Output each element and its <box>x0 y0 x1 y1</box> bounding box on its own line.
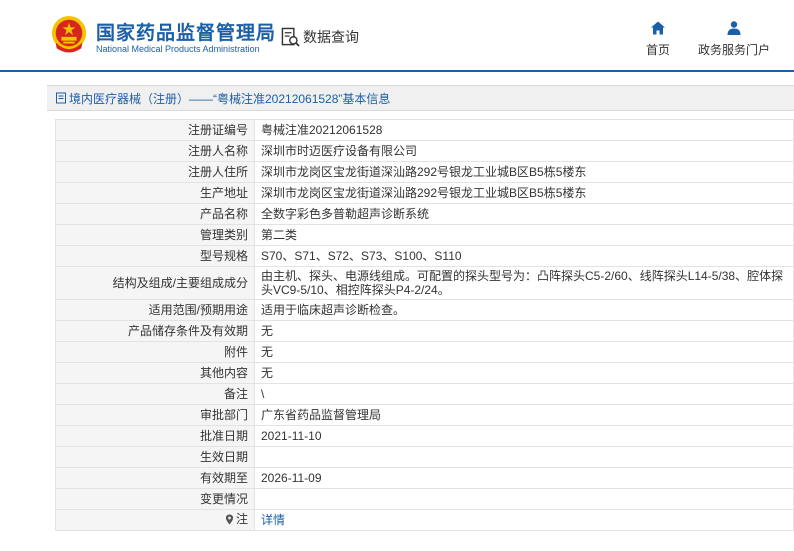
data-query-label: 数据查询 <box>303 29 359 45</box>
field-value: 粤械注准20212061528 <box>254 119 794 141</box>
field-label: 审批部门 <box>55 404 255 426</box>
table-row: 备注 \ <box>55 383 794 405</box>
field-label: 生效日期 <box>55 446 255 468</box>
table-row: 适用范围/预期用途 适用于临床超声诊断检查。 <box>55 299 794 321</box>
field-label: 结构及组成/主要组成成分 <box>55 266 255 300</box>
breadcrumb: 境内医疗器械（注册）——“粤械注准20212061528”基本信息 <box>47 85 794 111</box>
field-label: 其他内容 <box>55 362 255 384</box>
table-row: 产品储存条件及有效期无 <box>55 320 794 342</box>
note-label-text: 注 <box>235 512 248 527</box>
table-row: 审批部门 广东省药品监督管理局 <box>55 404 794 426</box>
field-label: 附件 <box>55 341 255 363</box>
field-value: 2026-11-09 <box>254 467 794 489</box>
table-row: 附件无 <box>55 341 794 363</box>
table-row: 注册证编号 粤械注准20212061528 <box>55 119 794 141</box>
field-value: 无 <box>254 320 794 342</box>
field-value: 深圳市时迈医疗设备有限公司 <box>254 140 794 162</box>
search-document-icon <box>281 27 300 47</box>
table-row: 变更情况 <box>55 488 794 510</box>
national-emblem-icon <box>51 15 87 53</box>
field-label: 批准日期 <box>55 425 255 447</box>
field-value: 适用于临床超声诊断检查。 <box>254 299 794 321</box>
table-row: 生效日期 <box>55 446 794 468</box>
field-label: 有效期至 <box>55 467 255 489</box>
field-label: 注册证编号 <box>55 119 255 141</box>
note-label: 注 <box>225 512 248 526</box>
table-row: 产品名称 全数字彩色多普勒超声诊断系统 <box>55 203 794 225</box>
pin-icon <box>225 514 234 525</box>
field-value: 2021-11-10 <box>254 425 794 447</box>
field-value: 深圳市龙岗区宝龙街道深汕路292号银龙工业城B区B5栋5楼东 <box>254 182 794 204</box>
field-label: 注册人住所 <box>55 161 255 183</box>
note-row: 注 详情 <box>55 509 794 531</box>
table-row: 有效期至 2026-11-09 <box>55 467 794 489</box>
org-name-cn: 国家药品监督管理局 <box>96 23 277 44</box>
registration-detail-table: 注册证编号 粤械注准20212061528 注册人名称 深圳市时迈医疗设备有限公司 … <box>55 119 794 531</box>
table-row: 结构及组成/主要组成成分 由主机、探头、电源线组成。可配置的探头型号为：凸阵探头C… <box>55 266 794 300</box>
field-label: 适用范围/预期用途 <box>55 299 255 321</box>
field-label: 产品储存条件及有效期 <box>55 320 255 342</box>
field-value: 广东省药品监督管理局 <box>254 404 794 426</box>
table-row: 型号规格 S70、S71、S72、S73、S100、S110 <box>55 245 794 267</box>
site-header: 国家药品监督管理局 National Medical Products Admi… <box>0 0 794 72</box>
table-row: 其他内容无 <box>55 362 794 384</box>
document-icon <box>56 92 66 104</box>
table-row: 注册人住所 深圳市龙岗区宝龙街道深汕路292号银龙工业城B区B5栋5楼东 <box>55 161 794 183</box>
field-value: 第二类 <box>254 224 794 246</box>
field-value: 无 <box>254 362 794 384</box>
field-value: \ <box>254 383 794 405</box>
field-value: 由主机、探头、电源线组成。可配置的探头型号为：凸阵探头C5-2/60、线阵探头L… <box>254 266 794 300</box>
field-label: 变更情况 <box>55 488 255 510</box>
field-value <box>254 446 794 468</box>
note-value-cell: 详情 <box>254 509 794 531</box>
field-label: 管理类别 <box>55 224 255 246</box>
field-value: S70、S71、S72、S73、S100、S110 <box>254 245 794 267</box>
data-query-link[interactable]: 数据查询 <box>281 26 359 48</box>
nav-service-portal-label: 政务服务门户 <box>697 43 770 57</box>
field-value <box>254 488 794 510</box>
field-label: 备注 <box>55 383 255 405</box>
breadcrumb-text: 境内医疗器械（注册）——“粤械注准20212061528”基本信息 <box>69 91 391 106</box>
field-label: 生产地址 <box>55 182 255 204</box>
field-value: 全数字彩色多普勒超声诊断系统 <box>254 203 794 225</box>
field-label: 注册人名称 <box>55 140 255 162</box>
table-row: 注册人名称 深圳市时迈医疗设备有限公司 <box>55 140 794 162</box>
table-row: 管理类别 第二类 <box>55 224 794 246</box>
field-label: 产品名称 <box>55 203 255 225</box>
nav-home-label: 首页 <box>645 43 670 57</box>
table-row: 生产地址 深圳市龙岗区宝龙街道深汕路292号银龙工业城B区B5栋5楼东 <box>55 182 794 204</box>
nav-home[interactable]: 首页 <box>641 20 675 58</box>
user-icon <box>727 21 741 35</box>
home-icon <box>651 21 665 35</box>
table-row: 批准日期 2021-11-10 <box>55 425 794 447</box>
nav-service-portal[interactable]: 政务服务门户 <box>696 20 772 58</box>
org-name-en: National Medical Products Administration <box>96 44 260 54</box>
field-value: 无 <box>254 341 794 363</box>
note-label-cell: 注 <box>55 509 255 531</box>
field-value: 深圳市龙岗区宝龙街道深汕路292号银龙工业城B区B5栋5楼东 <box>254 161 794 183</box>
detail-link[interactable]: 详情 <box>261 513 285 527</box>
field-label: 型号规格 <box>55 245 255 267</box>
detail-rows: 注册证编号 粤械注准20212061528 注册人名称 深圳市时迈医疗设备有限公司 … <box>55 119 794 531</box>
